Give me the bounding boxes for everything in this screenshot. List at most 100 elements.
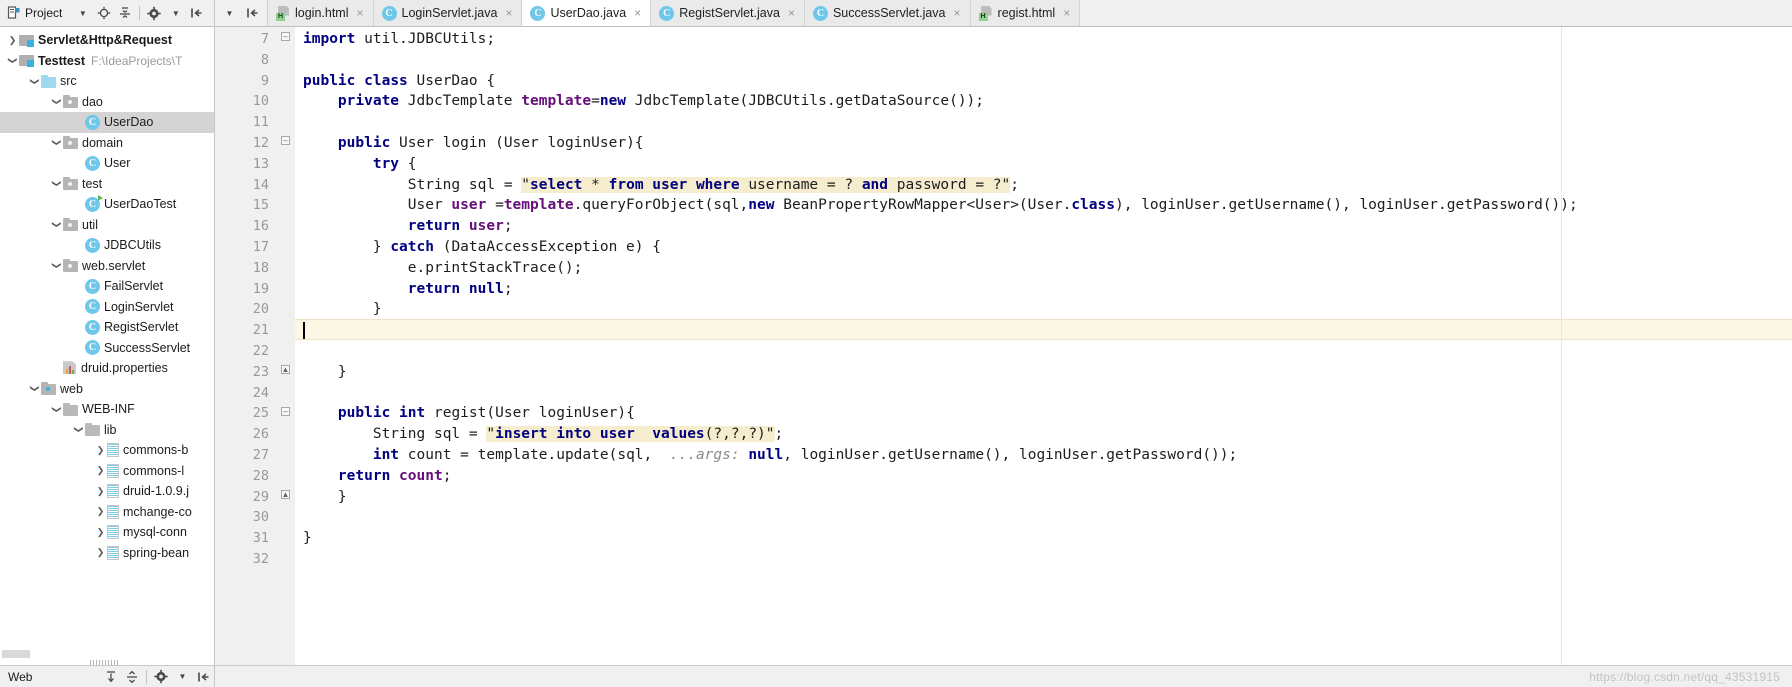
fold-marker-class-end[interactable]: ▲ (281, 365, 290, 374)
chevron-right-icon[interactable]: ❯ (94, 465, 107, 476)
fold-marker-import[interactable]: – (281, 32, 290, 41)
code-text-area[interactable]: import util.JDBCUtils; public class UserD… (295, 27, 1792, 665)
package-folder-icon (63, 177, 78, 191)
chevron-down-icon[interactable]: ❯ (51, 259, 62, 272)
fold-marker-login-method[interactable]: – (281, 136, 290, 145)
chevron-down-icon[interactable]: ❯ (51, 177, 62, 190)
chevron-down-icon[interactable]: ❯ (51, 95, 62, 108)
tree-node-druid-1-0-9-j[interactable]: ❯ druid-1.0.9.j (0, 481, 214, 502)
line-number: 7 (260, 31, 269, 47)
chevron-down-icon[interactable]: ❯ (29, 75, 40, 88)
chevron-right-icon[interactable]: ❯ (94, 506, 107, 517)
locate-icon[interactable] (94, 4, 113, 23)
editor-tab-userdao-java[interactable]: C UserDao.java × (522, 0, 652, 26)
tree-node-label: UserDao (104, 115, 154, 130)
tree-node-util[interactable]: ❯ util (0, 215, 214, 236)
fold-marker-regist-end[interactable]: ▲ (281, 490, 290, 499)
tree-node-registservlet[interactable]: C RegistServlet (0, 317, 214, 338)
gear-icon[interactable] (152, 667, 171, 686)
gear-icon[interactable] (145, 4, 164, 23)
line-number: 30 (252, 509, 269, 526)
tree-node-spring-bean[interactable]: ❯ spring-bean (0, 543, 214, 564)
tree-node-label: mchange-co (123, 504, 192, 519)
tree-node-userdao[interactable]: C UserDao (0, 112, 214, 133)
hide-icon[interactable] (194, 667, 213, 686)
chevron-right-icon[interactable]: ❯ (94, 547, 107, 558)
chevron-down-icon[interactable]: ❯ (51, 403, 62, 416)
tree-node-lib[interactable]: ❯ lib (0, 420, 214, 441)
dropdown-caret-icon[interactable]: ▼ (73, 4, 92, 23)
source-folder-icon (41, 74, 56, 88)
tree-node-servlet-http-request[interactable]: ❯ Servlet&Http&Request (0, 30, 214, 51)
tree-node-label: Testtest (38, 53, 86, 68)
parameter-hint: ...args: (669, 447, 740, 463)
gear-caret-icon[interactable]: ▼ (173, 667, 192, 686)
tree-node-test[interactable]: ❯ test (0, 174, 214, 195)
tree-horizontal-scrollbar[interactable] (2, 650, 30, 658)
editor-tab-login-html[interactable]: Hlogin.html × (268, 0, 374, 26)
tree-node-commons-l[interactable]: ❯ commons-l (0, 461, 214, 482)
chevron-right-icon[interactable]: ❯ (6, 35, 19, 46)
tree-node-dao[interactable]: ❯ dao (0, 92, 214, 113)
tree-node-successservlet[interactable]: C SuccessServlet (0, 338, 214, 359)
chevron-right-icon[interactable]: ❯ (94, 445, 107, 456)
web-tool-window-button[interactable]: Web ▼ (0, 666, 215, 687)
close-icon[interactable]: × (357, 6, 364, 20)
close-icon[interactable]: × (634, 6, 641, 20)
code-line: String sql = "insert into user values(?,… (372, 426, 784, 443)
chevron-down-icon[interactable]: ❯ (51, 218, 62, 231)
code-line: try { (372, 155, 417, 172)
tree-node-loginservlet[interactable]: C LoginServlet (0, 297, 214, 318)
chevron-down-icon[interactable]: ❯ (7, 54, 18, 67)
chevron-right-icon[interactable]: ❯ (94, 486, 107, 497)
tree-node-failservlet[interactable]: C FailServlet (0, 276, 214, 297)
close-icon[interactable]: × (1063, 6, 1070, 20)
tree-node-mchange-co[interactable]: ❯ mchange-co (0, 502, 214, 523)
hide-panel-icon[interactable] (187, 4, 206, 23)
tree-node-web[interactable]: ❯ web (0, 379, 214, 400)
editor-gutter[interactable]: 7 8 9 10 11 12 13 14 15 16 17 18 19 20 21 22 23 24 25 26 27 2… (215, 27, 277, 665)
tree-node-src[interactable]: ❯ src (0, 71, 214, 92)
close-icon[interactable]: × (788, 6, 795, 20)
editor-fold-column[interactable]: – – ▲ – ▲ (277, 27, 295, 665)
hide-editor-icon[interactable] (243, 4, 262, 23)
code-line: public User login (User loginUser){ (337, 135, 644, 151)
tree-node-jdbcutils[interactable]: C JDBCUtils (0, 235, 214, 256)
jar-file-icon (107, 484, 119, 499)
expand-icon[interactable] (101, 667, 120, 686)
project-tree-panel[interactable]: ❯ Servlet&Http&Request ❯ Testtest F:\IdeaPro… (0, 27, 215, 665)
editor-tab-successservlet-java[interactable]: C SuccessServlet.java × (804, 0, 971, 26)
toolbar-divider (139, 6, 141, 20)
fold-marker-regist-method[interactable]: – (281, 407, 290, 416)
chevron-down-icon[interactable]: ❯ (51, 136, 62, 149)
code-line: public class UserDao { (303, 72, 496, 89)
tree-node-web-servlet[interactable]: ❯ web.servlet (0, 256, 214, 277)
tree-node-mysql-conn[interactable]: ❯ mysql-conn (0, 522, 214, 543)
html-file-icon: H (276, 5, 290, 21)
jar-file-icon (107, 545, 119, 560)
chevron-down-icon[interactable]: ▼ (220, 4, 239, 23)
tree-node-label: commons-l (123, 463, 185, 478)
code-line: } (303, 363, 347, 380)
tree-node-druid-properties[interactable]: druid.properties (0, 358, 214, 379)
chevron-right-icon[interactable]: ❯ (94, 527, 107, 538)
tree-node-web-inf[interactable]: ❯ WEB-INF (0, 399, 214, 420)
editor-tab-registservlet-java[interactable]: C RegistServlet.java × (651, 0, 805, 26)
collapse-all-icon[interactable] (115, 4, 134, 23)
tree-node-domain[interactable]: ❯ domain (0, 133, 214, 154)
tree-node-testtest[interactable]: ❯ Testtest F:\IdeaProjects\T (0, 51, 214, 72)
gear-caret-icon[interactable]: ▼ (166, 4, 185, 23)
status-divider (146, 669, 147, 684)
line-number: 8 (260, 51, 269, 68)
tree-node-user[interactable]: C User (0, 153, 214, 174)
editor-tab-regist-html[interactable]: Hregist.html × (970, 0, 1081, 26)
chevron-down-icon[interactable]: ❯ (73, 423, 84, 436)
close-icon[interactable]: × (954, 6, 961, 20)
chevron-down-icon[interactable]: ❯ (29, 382, 40, 395)
close-icon[interactable]: × (505, 6, 512, 20)
collapse-icon[interactable] (122, 667, 141, 686)
editor-tab-loginservlet-java[interactable]: C LoginServlet.java × (373, 0, 523, 26)
tree-node-userdaotest[interactable]: C UserDaoTest (0, 194, 214, 215)
code-editor[interactable]: 7 8 9 10 11 12 13 14 15 16 17 18 19 20 21 22 23 24 25 26 27 2… (215, 27, 1792, 665)
tree-node-commons-b[interactable]: ❯ commons-b (0, 440, 214, 461)
